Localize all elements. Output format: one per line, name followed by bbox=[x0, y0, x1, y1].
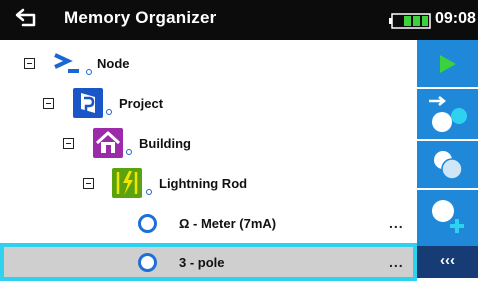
tree-item-label: Node bbox=[97, 56, 130, 71]
play-icon bbox=[440, 55, 456, 73]
toolbar-divider bbox=[417, 139, 478, 141]
more-options-icon[interactable]: ... bbox=[389, 254, 404, 270]
tree-item-label: Ω - Meter (7mA) bbox=[179, 216, 277, 231]
more-options-icon[interactable]: ... bbox=[389, 215, 404, 231]
tree-item-measurement-selected[interactable]: 3 - pole ... bbox=[0, 243, 417, 281]
start-test-button[interactable] bbox=[417, 42, 478, 86]
tree-item-label: Project bbox=[119, 96, 164, 111]
tree-item-node[interactable]: Node bbox=[0, 43, 417, 83]
memory-tree: Node Project Building Lightning Rod Ω - … bbox=[0, 40, 417, 281]
battery-icon bbox=[389, 13, 431, 29]
tree-item-label: Lightning Rod bbox=[159, 176, 248, 191]
node-dot bbox=[146, 189, 152, 195]
tree-item-project[interactable]: Project bbox=[0, 83, 417, 123]
move-icon bbox=[429, 96, 467, 132]
toolbar-divider bbox=[417, 87, 478, 89]
more-options-icon: ‹‹‹ bbox=[440, 252, 455, 269]
tree-item-label: 3 - pole bbox=[179, 255, 225, 270]
back-arrow-icon[interactable] bbox=[14, 7, 40, 29]
clock-time: 09:08 bbox=[435, 10, 476, 27]
collapse-toggle[interactable] bbox=[63, 138, 74, 149]
move-button[interactable] bbox=[417, 92, 478, 138]
tree-item-lightning-rod[interactable]: Lightning Rod bbox=[0, 163, 417, 203]
add-button[interactable] bbox=[417, 191, 478, 241]
side-toolbar: ‹‹‹ bbox=[417, 40, 478, 278]
more-options-button[interactable]: ‹‹‹ bbox=[417, 246, 478, 278]
measurement-icon bbox=[138, 214, 157, 233]
tree-item-measurement[interactable]: Ω - Meter (7mA) ... bbox=[0, 203, 417, 243]
node-icon bbox=[54, 53, 79, 73]
collapse-toggle[interactable] bbox=[43, 98, 54, 109]
node-dot bbox=[126, 149, 132, 155]
tree-item-building[interactable]: Building bbox=[0, 123, 417, 163]
tree-item-label: Building bbox=[139, 136, 191, 151]
toolbar-divider bbox=[417, 188, 478, 190]
node-dot bbox=[106, 109, 112, 115]
measurement-icon bbox=[138, 253, 157, 272]
collapse-toggle[interactable] bbox=[83, 178, 94, 189]
lightning-rod-icon bbox=[112, 168, 142, 198]
building-icon bbox=[93, 128, 123, 158]
page-title: Memory Organizer bbox=[64, 8, 217, 27]
collapse-toggle[interactable] bbox=[24, 58, 35, 69]
clone-button[interactable] bbox=[417, 142, 478, 187]
add-icon bbox=[432, 200, 464, 233]
node-dot bbox=[86, 69, 92, 75]
clone-icon bbox=[434, 151, 463, 180]
project-icon bbox=[73, 88, 103, 118]
header-bar: Memory Organizer 09:08 bbox=[0, 0, 478, 40]
